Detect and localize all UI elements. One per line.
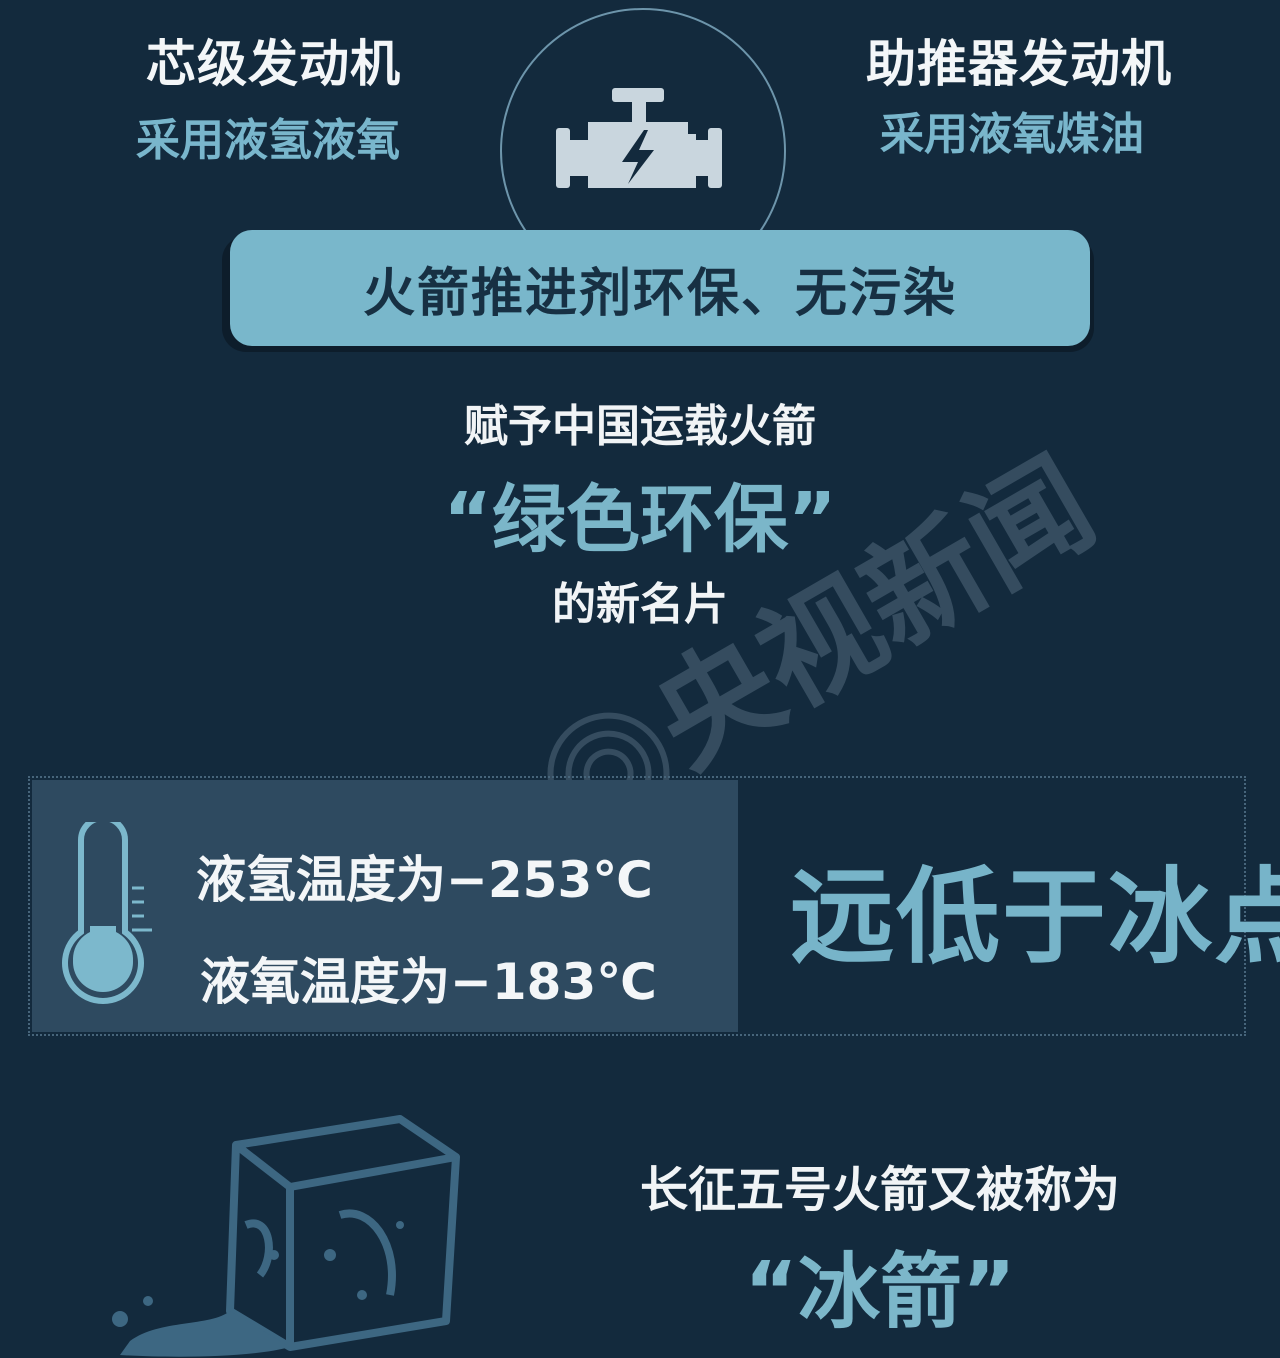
ice-cube-icon — [112, 1115, 460, 1357]
thermometer-icon — [62, 822, 152, 1004]
eco-banner: 火箭推进剂环保、无污染 — [230, 230, 1090, 346]
oxygen-temperature: 液氧温度为−183℃ — [200, 953, 657, 1011]
core-engine-title: 芯级发动机 — [146, 35, 401, 93]
engine-icon — [556, 88, 722, 188]
below-freezing-text: 远低于冰点 — [790, 856, 1280, 978]
eco-banner-text: 火箭推进剂环保、无污染 — [362, 263, 957, 324]
core-engine-fuel: 采用液氢液氧 — [136, 115, 400, 166]
hydrogen-temperature: 液氢温度为−253℃ — [196, 851, 653, 909]
booster-engine-fuel: 采用液氧煤油 — [880, 109, 1144, 160]
booster-engine-title: 助推器发动机 — [866, 35, 1172, 93]
nickname-ice-arrow: “冰箭” — [744, 1245, 1016, 1340]
nickname-line: 长征五号火箭又被称为 — [639, 1162, 1120, 1218]
